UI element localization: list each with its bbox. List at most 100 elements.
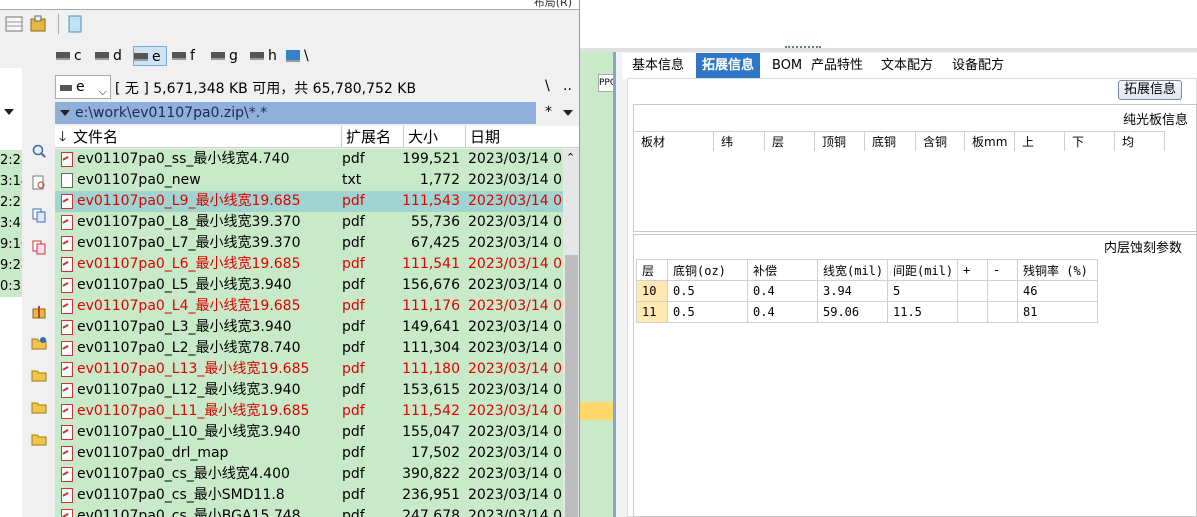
folder-icon[interactable] <box>31 367 47 383</box>
folder-icon[interactable] <box>31 399 47 415</box>
drive-label: \ <box>304 48 309 64</box>
table-cell[interactable] <box>987 301 1018 323</box>
grid-icon[interactable] <box>4 14 24 34</box>
tab[interactable]: 文本配方 <box>875 53 939 79</box>
column-header[interactable]: 顶铜 <box>815 131 865 151</box>
file-row[interactable]: ev01107pa0_new txt 1,772 2023/03/14 00 <box>55 170 563 191</box>
column-header[interactable]: 底铜(oz) <box>667 259 748 281</box>
table-cell[interactable]: 0.5 <box>667 280 748 302</box>
drive-button[interactable]: c <box>56 46 90 66</box>
table-cell[interactable]: 0.4 <box>747 301 818 323</box>
table-cell[interactable] <box>957 301 988 323</box>
file-row[interactable]: ev01107pa0_cs_最小BGA15.748 pdf 247,678 2023/… <box>55 506 563 517</box>
root-button[interactable]: \ <box>545 78 550 94</box>
file-row[interactable]: ev01107pa0_L6_最小线宽19.685 pdf 111,541 2023/0… <box>55 254 563 275</box>
table-cell[interactable]: 81 <box>1017 301 1098 323</box>
file-row[interactable]: ev01107pa0_L7_最小线宽39.370 pdf 67,425 2023/03… <box>55 233 563 254</box>
file-row[interactable]: ev01107pa0_L13_最小线宽19.685 pdf 111,180 2023/… <box>55 359 563 380</box>
column-header[interactable]: 含铜 <box>916 131 965 151</box>
filter-dropdown-icon[interactable] <box>563 110 573 116</box>
column-header[interactable]: 下 <box>1065 131 1115 151</box>
file-row[interactable]: ev01107pa0_drl_map pdf 17,502 2023/03/14 00 <box>55 443 563 464</box>
file-row[interactable]: ev01107pa0_L11_最小线宽19.685 pdf 111,542 2023/… <box>55 401 563 422</box>
table-row[interactable]: 10 0.5 0.4 3.94 5 46 <box>636 280 1098 302</box>
file-row[interactable]: ev01107pa0_L5_最小线宽3.940 pdf 156,676 2023/03… <box>55 275 563 296</box>
file-row[interactable]: ev01107pa0_L8_最小线宽39.370 pdf 55,736 2023/03… <box>55 212 563 233</box>
column-header[interactable]: 层 <box>636 259 668 281</box>
archive-icon[interactable] <box>28 14 48 34</box>
drive-label: e <box>152 49 161 65</box>
file-row[interactable]: ev01107pa0_L3_最小线宽3.940 pdf 149,641 2023/03… <box>55 317 563 338</box>
table-row[interactable]: 11 0.5 0.4 59.06 11.5 81 <box>636 301 1098 323</box>
scroll-up-icon[interactable]: ⌃ <box>566 151 575 164</box>
column-header[interactable]: 板mm <box>965 131 1015 151</box>
parent-dir-button[interactable]: .. <box>563 78 572 94</box>
column-header[interactable]: 线宽(mil) <box>817 259 888 281</box>
scroll-thumb[interactable] <box>565 255 578 517</box>
file-row[interactable]: ev01107pa0_L10_最小线宽3.940 pdf 155,047 2023/0… <box>55 422 563 443</box>
file-row[interactable]: ev01107pa0_ss_最小线宽4.740 pdf 199,521 2023/03… <box>55 149 563 170</box>
drive-button[interactable]: \ <box>286 46 312 66</box>
table-cell[interactable]: 11 <box>636 301 668 323</box>
ext-info-button[interactable]: 拓展信息 <box>1118 80 1182 100</box>
column-header[interactable]: 残铜率 (%) <box>1017 259 1098 281</box>
tab[interactable]: 设备配方 <box>946 53 1010 79</box>
column-header[interactable]: 板材 <box>634 131 714 151</box>
tab[interactable]: 基本信息 <box>626 53 690 79</box>
column-header[interactable]: 底铜 <box>865 131 916 151</box>
column-header[interactable]: - <box>987 259 1018 281</box>
copy-icon[interactable] <box>31 207 47 223</box>
compare-icon[interactable] <box>31 239 47 255</box>
column-header[interactable]: 上 <box>1015 131 1065 151</box>
file-row[interactable]: ev01107pa0_L2_最小线宽78.740 pdf 111,304 2023/0… <box>55 338 563 359</box>
file-row[interactable]: ev01107pa0_cs_最小SMD11.8 pdf 236,951 2023/03… <box>55 485 563 506</box>
drive-combo[interactable]: e ⌵ <box>55 75 111 99</box>
col-header-name[interactable]: 🡓 文件名 <box>55 126 342 148</box>
table-cell[interactable]: 59.06 <box>817 301 888 323</box>
grip-icon[interactable] <box>785 46 821 50</box>
drive-button[interactable]: g <box>211 46 245 66</box>
drive-button[interactable]: d <box>95 46 129 66</box>
drive-button[interactable]: h <box>250 46 284 66</box>
tab[interactable]: 拓展信息 <box>696 53 761 79</box>
table-cell[interactable]: 0.5 <box>667 301 748 323</box>
dropdown-arrow-icon[interactable] <box>4 109 14 115</box>
search-icon[interactable] <box>31 143 47 159</box>
column-header[interactable]: 补偿 <box>747 259 818 281</box>
tab[interactable]: BOM <box>766 53 808 79</box>
drive-button[interactable]: e <box>133 46 167 66</box>
file-row[interactable]: ev01107pa0_L12_最小线宽3.940 pdf 153,615 2023/0… <box>55 380 563 401</box>
drive-icon <box>56 52 70 60</box>
filter-text[interactable]: * <box>545 104 552 120</box>
file-row[interactable]: ev01107pa0_L9_最小线宽19.685 pdf 111,543 2023/0… <box>55 191 563 212</box>
dropdown-arrow-icon[interactable] <box>60 110 70 116</box>
column-header[interactable]: 纬 <box>714 131 765 151</box>
table-cell[interactable]: 0.4 <box>747 280 818 302</box>
path-field[interactable]: e:\work\ev01107pa0.zip\*.* <box>55 102 536 124</box>
column-header[interactable]: 均 <box>1115 131 1165 151</box>
column-header[interactable]: 层 <box>765 131 815 151</box>
table-cell[interactable] <box>957 280 988 302</box>
col-header-date[interactable]: 日期 <box>466 126 579 148</box>
layout-menu[interactable]: 布局(R) <box>534 0 572 10</box>
file-row[interactable]: ev01107pa0_L4_最小线宽19.685 pdf 111,176 2023/0… <box>55 296 563 317</box>
table-cell[interactable]: 5 <box>887 280 958 302</box>
col-header-ext[interactable]: 扩展名 <box>342 126 404 148</box>
file-row[interactable]: ev01107pa0_cs_最小线宽4.400 pdf 390,822 2023/03… <box>55 464 563 485</box>
gift-icon[interactable] <box>31 303 47 319</box>
tab[interactable]: 产品特性 <box>805 53 869 79</box>
drive-button[interactable]: f <box>172 46 206 66</box>
col-header-size[interactable]: 大小 <box>404 126 466 148</box>
new-folder-icon[interactable] <box>31 335 47 351</box>
table-cell[interactable] <box>987 280 1018 302</box>
table-cell[interactable]: 10 <box>636 280 668 302</box>
table-cell[interactable]: 3.94 <box>817 280 888 302</box>
column-header[interactable]: 间距(mil) <box>887 259 958 281</box>
notebook-icon[interactable] <box>65 14 85 34</box>
table-cell[interactable]: 11.5 <box>887 301 958 323</box>
column-header[interactable]: + <box>957 259 988 281</box>
drive-bar: c d e f g h \ <box>0 44 579 68</box>
folder-icon[interactable] <box>31 431 47 447</box>
table-cell[interactable]: 46 <box>1017 280 1098 302</box>
find-file-icon[interactable] <box>31 175 47 191</box>
